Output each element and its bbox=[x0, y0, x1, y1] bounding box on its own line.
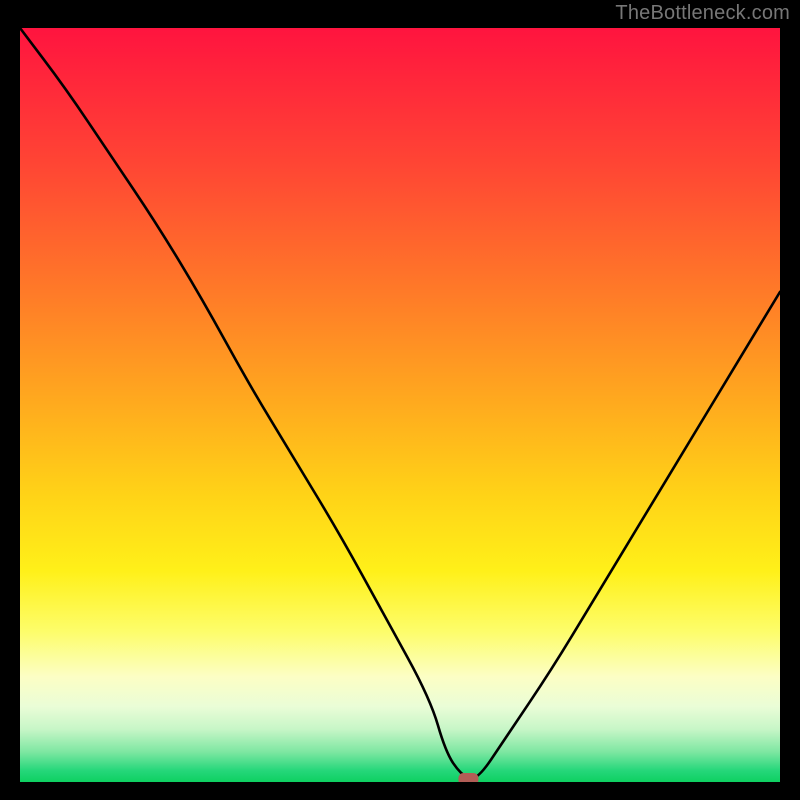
minimum-marker bbox=[458, 773, 478, 782]
watermark-text: TheBottleneck.com bbox=[615, 2, 790, 25]
bottleneck-curve bbox=[20, 28, 780, 779]
curve-layer bbox=[20, 28, 780, 782]
chart-frame: TheBottleneck.com bbox=[0, 0, 800, 800]
plot-area bbox=[20, 28, 780, 782]
